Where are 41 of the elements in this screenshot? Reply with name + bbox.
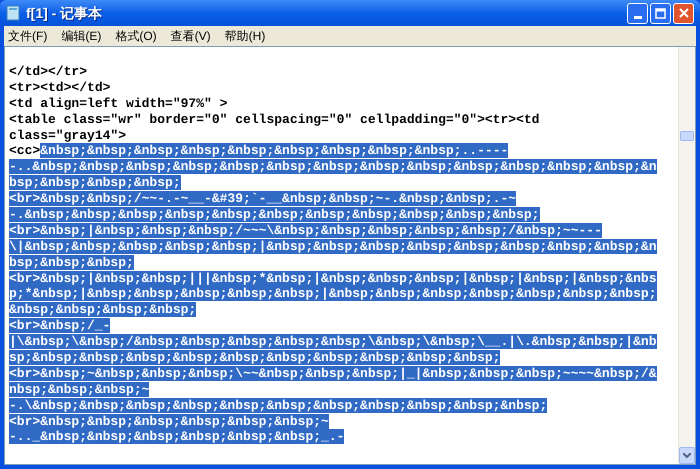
notepad-icon (6, 5, 20, 21)
selected-text: bsp;&nbsp;&nbsp;&nbsp; (9, 175, 181, 190)
menu-item[interactable]: 编辑(E) (61, 27, 102, 45)
selected-text: -.\&nbsp;&nbsp;&nbsp;&nbsp;&nbsp;&nbsp;&nbsp;&nbsp;&nbsp;&nbsp;&nbsp; (9, 398, 548, 413)
selected-text: <br>&nbsp;/_- (9, 318, 110, 334)
window-title: f[1] - 记事本 (26, 4, 102, 23)
menu-item[interactable]: 格式(O) (115, 27, 157, 45)
minimize-button[interactable] (627, 2, 648, 24)
maximize-icon (655, 8, 666, 18)
selected-text: <br>&nbsp;~&nbsp;&nbsp;&nbsp;\~~&nbsp;&nbsp;&nbsp;|_|&nbsp;&nbsp;&nbsp;~~~~&nbsp;/& (9, 366, 657, 381)
selected-text: nbsp;&nbsp;&nbsp;~ (9, 382, 150, 397)
scrollbar[interactable] (678, 47, 695, 464)
selected-text: p;*&nbsp;|&nbsp;&nbsp;&nbsp;&nbsp;&nbsp;|&nbsp;&nbsp;&nbsp;&nbsp;&nbsp;&nbsp;&nbsp; (9, 286, 657, 302)
menu-item[interactable]: 查看(V) (170, 27, 211, 45)
scroll-down-button[interactable] (679, 447, 695, 464)
selected-text: -..&nbsp;&nbsp;&nbsp;&nbsp;&nbsp;&nbsp;&nbsp;&nbsp;&nbsp;&nbsp;&nbsp;&nbsp;&nbsp;&n (9, 159, 657, 174)
maximize-button[interactable] (650, 2, 671, 24)
menu-item[interactable]: 文件(F) (8, 27, 48, 45)
minimize-icon (634, 16, 642, 18)
text-line: <td align=left width="97%" > (9, 96, 228, 111)
selected-text: |\&nbsp;\&nbsp;/&nbsp;&nbsp;&nbsp;&nbsp;&nbsp;\&nbsp;\&nbsp;\__.|\.&nbsp;&nbsp;|&nb (9, 334, 657, 350)
selected-text: bsp;&nbsp;&nbsp; (9, 254, 134, 270)
selected-text: sp;&nbsp;&nbsp;&nbsp;&nbsp;&nbsp;&nbsp;&nbsp;&nbsp;&nbsp;&nbsp; (9, 350, 500, 366)
selected-text: -.&nbsp;&nbsp;&nbsp;&nbsp;&nbsp;&nbsp;&nbsp;&nbsp;&nbsp;&nbsp;&nbsp; (9, 207, 540, 222)
text-line: <tr><td></td> (9, 80, 110, 95)
selected-text: <br>&nbsp;&nbsp;&nbsp;&nbsp;&nbsp;&nbsp;~ (9, 414, 329, 429)
selected-text: &nbsp;&nbsp;&nbsp;&nbsp; (9, 302, 196, 318)
selected-text: <br>&nbsp;&nbsp;/~~-.-~__-&#39;`-__&nbsp;&nbsp;~-.&nbsp;&nbsp;.-~ (9, 191, 516, 206)
text-line: <cc> (9, 143, 40, 158)
menu-item[interactable]: 帮助(H) (224, 27, 266, 45)
close-button[interactable] (673, 2, 694, 24)
text-line: </td></tr> (9, 64, 88, 79)
close-icon (678, 8, 688, 18)
selected-text: -.._&nbsp;&nbsp;&nbsp;&nbsp;&nbsp;&nbsp;_.- (9, 429, 344, 444)
selected-text: &nbsp;&nbsp;&nbsp;&nbsp;&nbsp;&nbsp;&nbsp;&nbsp;&nbsp;..---- (40, 143, 508, 158)
text-line: class="gray14"> (9, 128, 126, 143)
scrollbar-thumb[interactable] (680, 131, 694, 141)
selected-text: <br>&nbsp;|&nbsp;&nbsp;|||&nbsp;*&nbsp;|&nbsp;&nbsp;&nbsp;|&nbsp;|&nbsp;|&nbsp;&nbs (9, 270, 657, 286)
selected-text: <br>&nbsp;|&nbsp;&nbsp;&nbsp;/~~~\&nbsp;&nbsp;&nbsp;&nbsp;&nbsp;/&nbsp;~~--- (9, 222, 602, 238)
selected-text: \|&nbsp;&nbsp;&nbsp;&nbsp;&nbsp;|&nbsp;&nbsp;&nbsp;&nbsp;&nbsp;&nbsp;&nbsp;&nbsp;&n (9, 238, 657, 254)
text-line: <table class="wr" border="0" cellspacing="0" cellpadding="0"><tr><td (9, 112, 540, 127)
